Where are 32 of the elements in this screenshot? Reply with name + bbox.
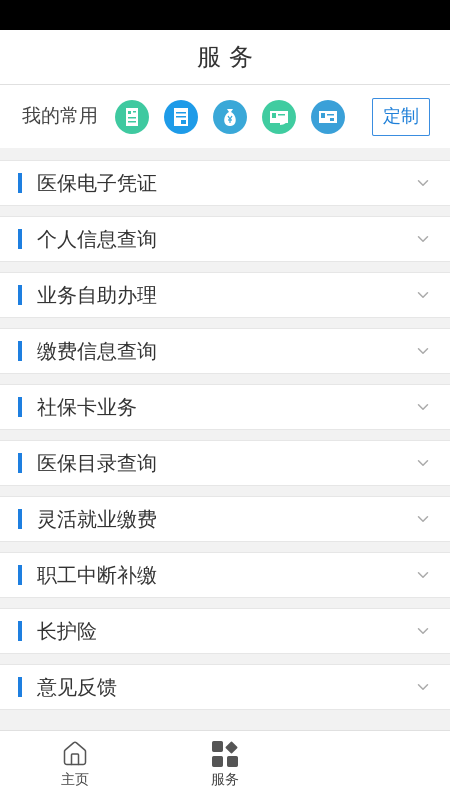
menu-item[interactable]: 业务自助办理: [0, 272, 450, 318]
menu-item[interactable]: 长护险: [0, 608, 450, 654]
menu-item-label: 职工中断补缴: [37, 562, 157, 589]
customize-button[interactable]: 定制: [372, 98, 430, 136]
grid-icon: [211, 740, 239, 768]
menu-item[interactable]: 社保卡业务: [0, 384, 450, 430]
tab-bar-item[interactable]: 主页: [0, 731, 150, 800]
card-icon[interactable]: [262, 100, 296, 134]
menu-item[interactable]: 缴费信息查询: [0, 328, 450, 374]
menu-item-label: 意见反馈: [37, 674, 117, 701]
menu-item-label: 灵活就业缴费: [37, 506, 157, 533]
page-title: 服 务: [197, 42, 253, 73]
document-icon[interactable]: [164, 100, 198, 134]
menu-item-label: 个人信息查询: [37, 226, 157, 253]
menu-item-label: 社保卡业务: [37, 394, 137, 421]
tab-bar-item[interactable]: 服务: [150, 731, 300, 800]
menu-item[interactable]: 个人信息查询: [0, 216, 450, 262]
menu-item-label: 缴费信息查询: [37, 338, 157, 365]
money-icon[interactable]: [213, 100, 247, 134]
home-icon: [61, 740, 89, 768]
menu-item[interactable]: 医保目录查询: [0, 440, 450, 486]
id-icon[interactable]: [311, 100, 345, 134]
menu-item[interactable]: 意见反馈: [0, 664, 450, 710]
menu-item-label: 医保电子凭证: [37, 170, 157, 197]
menu-item-label: 长护险: [37, 618, 97, 645]
menu-item[interactable]: 医保电子凭证: [0, 160, 450, 206]
menu-item-label: 业务自助办理: [37, 282, 157, 309]
menu-item[interactable]: 职工中断补缴: [0, 552, 450, 598]
favorites-label: 我的常用: [22, 104, 98, 130]
menu-item[interactable]: 灵活就业缴费: [0, 496, 450, 542]
menu-item-label: 医保目录查询: [37, 450, 157, 477]
form-icon[interactable]: [115, 100, 149, 134]
